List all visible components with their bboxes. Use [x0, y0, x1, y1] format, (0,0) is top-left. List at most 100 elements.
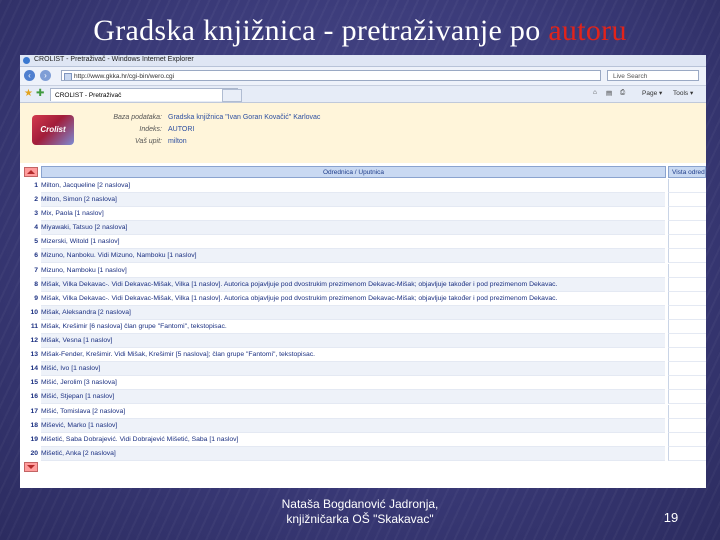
table-row[interactable]: 10 Mišak, Aleksandra [2 naslova]	[20, 305, 706, 320]
table-row[interactable]: 11 Mišak, Krešimir [6 naslova] član grupe…	[20, 319, 706, 334]
table-row[interactable]: 17 Mišić, Tomislava [2 naslova]	[20, 404, 706, 419]
row-side-cell	[668, 404, 706, 419]
table-row[interactable]: 9 Mišak, Vilka Dekavac-. Vidi Dekavac-Miš…	[20, 291, 706, 306]
page-content: Crolist Baza podataka: Gradska knjižnica…	[20, 103, 706, 488]
table-row[interactable]: 20 Mišetić, Anka [2 naslova]	[20, 446, 706, 461]
table-row[interactable]: 14 Mišić, Ivo [1 naslov]	[20, 362, 706, 377]
favorites-star-icon[interactable]: ★	[24, 88, 33, 99]
row-entry[interactable]: Mix, Paola [1 naslov]	[41, 207, 665, 222]
row-entry[interactable]: Mizerski, Witold [1 naslov]	[41, 235, 665, 250]
row-entry[interactable]: Mišić, Jerolim [3 naslova]	[41, 376, 665, 391]
footer-author: Nataša Bogdanović Jadronja,	[281, 497, 439, 511]
row-entry[interactable]: Mizuno, Namboku [1 naslov]	[41, 264, 665, 278]
table-row[interactable]: 7 Mizuno, Namboku [1 naslov]	[20, 263, 706, 278]
row-entry[interactable]: Milton, Simon [2 naslova]	[41, 193, 665, 208]
row-number: 11	[30, 322, 38, 330]
table-row[interactable]: 15 Mišić, Jerolim [3 naslova]	[20, 376, 706, 391]
table-row[interactable]: 18 Mišević, Marko [1 naslov]	[20, 418, 706, 433]
row-number: 6	[34, 252, 38, 260]
column-header-side[interactable]: Vista odred	[668, 166, 706, 178]
row-side-cell	[668, 305, 706, 320]
table-row[interactable]: 19 Mišetić, Saba Dobrajević. Vidi Dobraje…	[20, 432, 706, 447]
row-entry[interactable]: Mišić, Ivo [1 naslov]	[41, 362, 665, 377]
search-info-panel: Crolist Baza podataka: Gradska knjižnica…	[20, 103, 706, 163]
column-header-entry[interactable]: Odrednica / Uputnica	[41, 166, 666, 178]
print-icon[interactable]: ⎙	[620, 89, 625, 97]
row-entry[interactable]: Mišak, Vilka Dekavac-. Vidi Dekavac-Miša…	[41, 277, 665, 292]
new-tab-button[interactable]	[222, 89, 242, 102]
table-row[interactable]: 13 Mišak-Fender, Krešimir. Vidi Mišak, Kr…	[20, 348, 706, 363]
table-row[interactable]: 1 Milton, Jacqueline [2 naslova]	[20, 179, 706, 193]
row-entry[interactable]: Miyawaki, Tatsuo [2 naslova]	[41, 221, 665, 236]
add-favorites-icon[interactable]: ✚	[36, 88, 44, 99]
row-side-cell	[668, 376, 706, 391]
footer-role: knjižničarka OŠ "Skakavac"	[286, 512, 434, 526]
scroll-down-arrow-icon[interactable]	[24, 462, 38, 472]
table-row[interactable]: 12 Mišak, Vesna [1 naslov]	[20, 334, 706, 349]
table-row[interactable]: 6 Mizuno, Nanboku. Vidi Mizuno, Namboku […	[20, 249, 706, 264]
address-text: http://www.gkka.hr/cgi-bin/wero.cgi	[74, 73, 175, 80]
live-search-input[interactable]: Live Search	[607, 70, 699, 81]
row-entry[interactable]: Milton, Jacqueline [2 naslova]	[41, 179, 665, 193]
info-value: AUTORI	[168, 126, 195, 133]
row-entry[interactable]: Mišić, Tomislava [2 naslova]	[41, 405, 665, 419]
row-number: 3	[34, 210, 38, 218]
row-side-cell	[668, 277, 706, 292]
row-entry[interactable]: Mizuno, Nanboku. Vidi Mizuno, Namboku [1…	[41, 249, 665, 264]
row-entry[interactable]: Mišak, Vesna [1 naslov]	[41, 334, 665, 349]
row-side-cell	[668, 179, 706, 193]
row-number: 15	[30, 379, 38, 387]
back-icon[interactable]: ‹	[24, 70, 35, 81]
row-side-cell	[668, 362, 706, 377]
row-side-cell	[668, 207, 706, 222]
page-number: 19	[663, 510, 679, 525]
row-side-cell	[668, 334, 706, 349]
scroll-up-arrow-icon[interactable]	[24, 167, 38, 177]
tools-menu[interactable]: Tools ▾	[673, 89, 693, 97]
table-row[interactable]: 5 Mizerski, Witold [1 naslov]	[20, 235, 706, 250]
forward-icon[interactable]: ›	[40, 70, 51, 81]
feeds-icon[interactable]: ▤	[606, 89, 612, 97]
row-entry[interactable]: Mišak-Fender, Krešimir. Vidi Mišak, Kreš…	[41, 348, 665, 363]
page-icon	[64, 73, 72, 80]
tab-crolist[interactable]: CROLIST - Pretraživač	[50, 88, 238, 101]
row-entry[interactable]: Mišević, Marko [1 naslov]	[41, 418, 665, 433]
row-side-cell	[668, 446, 706, 461]
home-icon[interactable]: ⌂	[593, 89, 597, 96]
tab-bar: ★ ✚ CROLIST - Pretraživač ⌂ ▤ ⎙ Page ▾ T…	[20, 86, 706, 103]
row-entry[interactable]: Mišetić, Saba Dobrajević. Vidi Dobrajevi…	[41, 433, 665, 447]
row-entry[interactable]: Mišić, Stjepan [1 naslov]	[41, 390, 665, 405]
table-row[interactable]: 3 Mix, Paola [1 naslov]	[20, 207, 706, 222]
page-menu[interactable]: Page ▾	[642, 89, 662, 97]
row-entry[interactable]: Mišak, Aleksandra [2 naslova]	[41, 305, 665, 320]
row-side-cell	[668, 319, 706, 334]
row-number: 8	[34, 280, 38, 288]
row-side-cell	[668, 390, 706, 405]
row-entry[interactable]: Mišak, Vilka Dekavac-. Vidi Dekavac-Miša…	[41, 292, 665, 306]
row-side-cell	[668, 291, 706, 306]
row-side-cell	[668, 432, 706, 447]
row-number: 7	[34, 266, 38, 274]
table-row[interactable]: 16 Mišić, Stjepan [1 naslov]	[20, 390, 706, 405]
row-number: 19	[30, 435, 38, 443]
row-entry[interactable]: Mišak, Krešimir [6 naslova] član grupe "…	[41, 320, 665, 334]
info-value: milton	[168, 138, 187, 145]
table-row[interactable]: 8 Mišak, Vilka Dekavac-. Vidi Dekavac-Miš…	[20, 277, 706, 292]
address-bar[interactable]: http://www.gkka.hr/cgi-bin/wero.cgi	[61, 70, 601, 81]
info-row-index: Indeks: AUTORI	[20, 125, 706, 135]
table-row[interactable]: 4 Miyawaki, Tatsuo [2 naslova]	[20, 221, 706, 236]
row-number: 2	[34, 196, 38, 204]
address-toolbar: ‹ › http://www.gkka.hr/cgi-bin/wero.cgi …	[20, 67, 706, 86]
row-number: 12	[30, 337, 38, 345]
row-number: 20	[30, 449, 38, 457]
info-row-query: Vaš upit: milton	[20, 137, 706, 147]
window-titlebar: CROLIST - Pretraživač - Windows Internet…	[20, 55, 706, 67]
row-entry[interactable]: Mišetić, Anka [2 naslova]	[41, 446, 665, 461]
row-side-cell	[668, 263, 706, 278]
row-number: 13	[30, 351, 38, 359]
table-row[interactable]: 2 Milton, Simon [2 naslova]	[20, 193, 706, 208]
window-title: CROLIST - Pretraživač - Windows Internet…	[34, 56, 194, 63]
results-list: 1 Milton, Jacqueline [2 naslova] 2 Milton,…	[20, 179, 706, 461]
row-number: 14	[30, 365, 38, 373]
info-label: Baza podataka:	[113, 114, 162, 121]
